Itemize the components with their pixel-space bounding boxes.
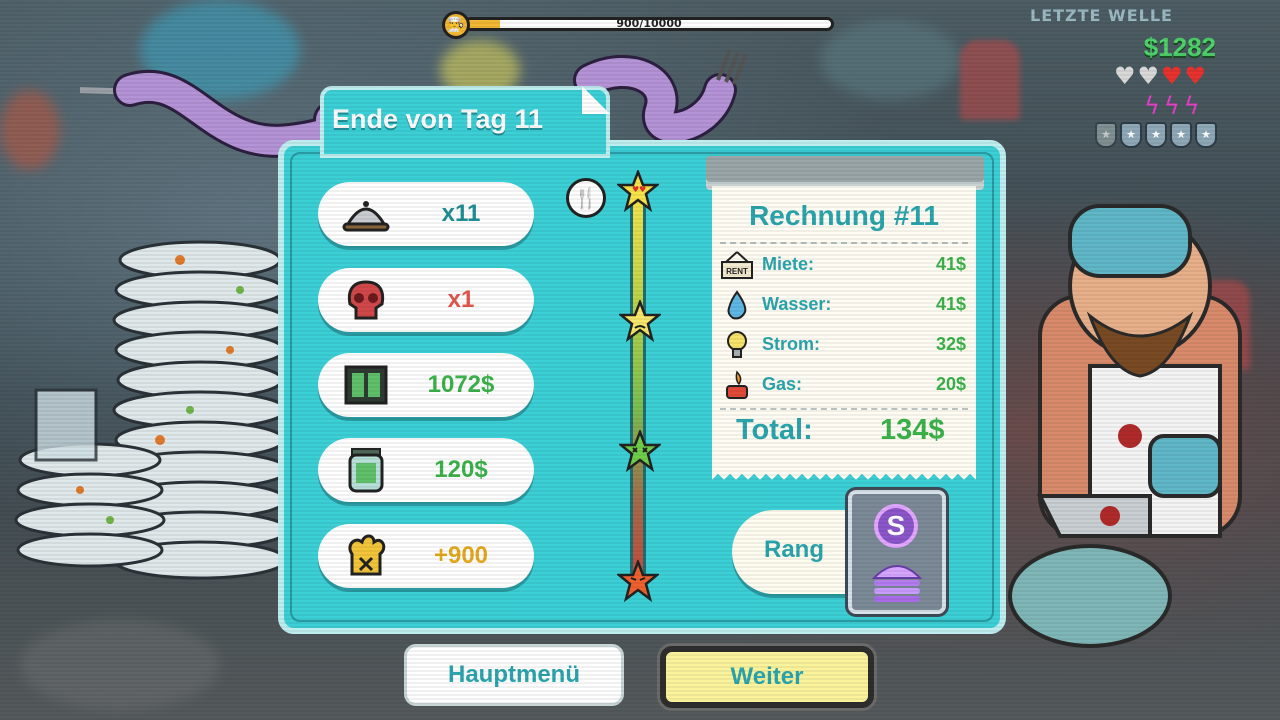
rank-card: S — [848, 490, 946, 614]
police-badges: ★ ★ ★ ★ ★ — [1095, 122, 1217, 148]
heart-icon: ♥ — [1114, 62, 1136, 90]
chef-character — [1008, 204, 1242, 648]
rent-sign-text: RENT — [726, 267, 748, 276]
bill-item-value: 32$ — [935, 334, 966, 354]
continue-button[interactable]: Weiter — [660, 646, 874, 708]
money-counter: $1282 — [1143, 32, 1216, 62]
skull-icon — [342, 278, 390, 322]
heart-icon: ♥ — [1184, 62, 1207, 90]
receipt-title: Rechnung #11 — [749, 200, 939, 231]
lightning-icon: ϟ — [1163, 92, 1180, 120]
stat-tips: 120$ — [318, 438, 534, 502]
total-value: 134$ — [880, 414, 945, 446]
dirty-plates-stack — [14, 240, 290, 580]
bill-item-label: Wasser: — [762, 294, 832, 314]
burger-icon — [871, 565, 923, 602]
love-star-icon: ♥ ♥ — [617, 170, 659, 212]
bill-item-value: 41$ — [935, 254, 966, 274]
receipt-clip — [706, 156, 984, 190]
bill-item-gas: Gas: 20$ — [718, 370, 970, 400]
stat-value: +900 — [433, 542, 489, 569]
bill-item-label: Gas: — [762, 374, 803, 394]
title-tab: Ende von Tag 11 — [320, 86, 610, 158]
police-badge-icon: ★ — [1170, 122, 1192, 148]
bill-item-label: Strom: — [762, 334, 820, 354]
stat-value: x1 — [447, 286, 475, 313]
bill-item-electricity: Strom: 32$ — [718, 330, 970, 360]
chef-hat-icon — [342, 534, 390, 578]
main-menu-button[interactable]: Hauptmenü — [404, 644, 624, 706]
fork-knife-icon: 🍴 — [566, 178, 606, 218]
rank-letter: S — [874, 504, 918, 548]
lightning-icon: ϟ — [1183, 92, 1200, 120]
stat-dishes-served: x11 — [318, 182, 534, 246]
police-badge-icon: ★ — [1145, 122, 1167, 148]
stat-value: 120$ — [434, 456, 488, 483]
stat-deaths: x1 — [318, 268, 534, 332]
heart-icon: ♥ — [1161, 62, 1183, 90]
xp-text: 900/10000 — [616, 17, 682, 30]
energy-bolts: ϟ ϟ ϟ — [1144, 92, 1200, 120]
bill-item-value: 20$ — [935, 374, 966, 394]
lightning-icon: ϟ — [1144, 92, 1160, 120]
stat-earnings: 1072$ — [318, 353, 534, 417]
total-label: Total: — [736, 414, 813, 446]
page-title: Ende von Tag 11 — [332, 104, 544, 134]
dead-star-icon — [619, 430, 661, 472]
wave-label: LETZTE WELLE — [1030, 6, 1173, 25]
lives-hearts: ♥ ♥ ♥ ♥ — [1114, 62, 1206, 90]
police-badge-icon: ★ — [1095, 122, 1117, 148]
bill-item-water: Wasser: 41$ — [718, 290, 970, 320]
bill-item-value: 41$ — [935, 294, 966, 314]
worried-star-icon — [619, 300, 661, 342]
stat-value: 1072$ — [427, 371, 495, 398]
rank-label: Rang — [764, 536, 824, 563]
stat-xp-gain: +900 — [318, 524, 534, 588]
tip-jar-icon — [342, 448, 390, 493]
cloche-icon — [342, 192, 390, 236]
svg-text:♥: ♥ — [639, 185, 646, 194]
xp-progress: 900/10000 👨‍🍳 — [442, 8, 840, 42]
lightbulb-icon — [720, 330, 754, 360]
chef-hat-icon: 👨‍🍳 — [442, 11, 470, 39]
angry-star-icon — [617, 560, 659, 602]
heart-icon: ♥ — [1137, 62, 1160, 90]
stat-value: x11 — [441, 200, 481, 227]
bill-item-rent: RENT Miete: 41$ — [718, 250, 970, 280]
police-badge-icon: ★ — [1195, 122, 1217, 148]
rent-sign-icon: RENT — [720, 250, 754, 280]
bill-item-label: Miete: — [762, 254, 815, 274]
cash-register-icon — [342, 363, 390, 407]
gas-burner-icon — [720, 370, 754, 400]
rating-track — [630, 190, 646, 586]
water-drop-icon — [720, 290, 754, 320]
bill-receipt: Rechnung #11 RENT Miete: 41$ Wasser: 41$… — [712, 186, 976, 480]
police-badge-icon: ★ — [1120, 122, 1142, 148]
